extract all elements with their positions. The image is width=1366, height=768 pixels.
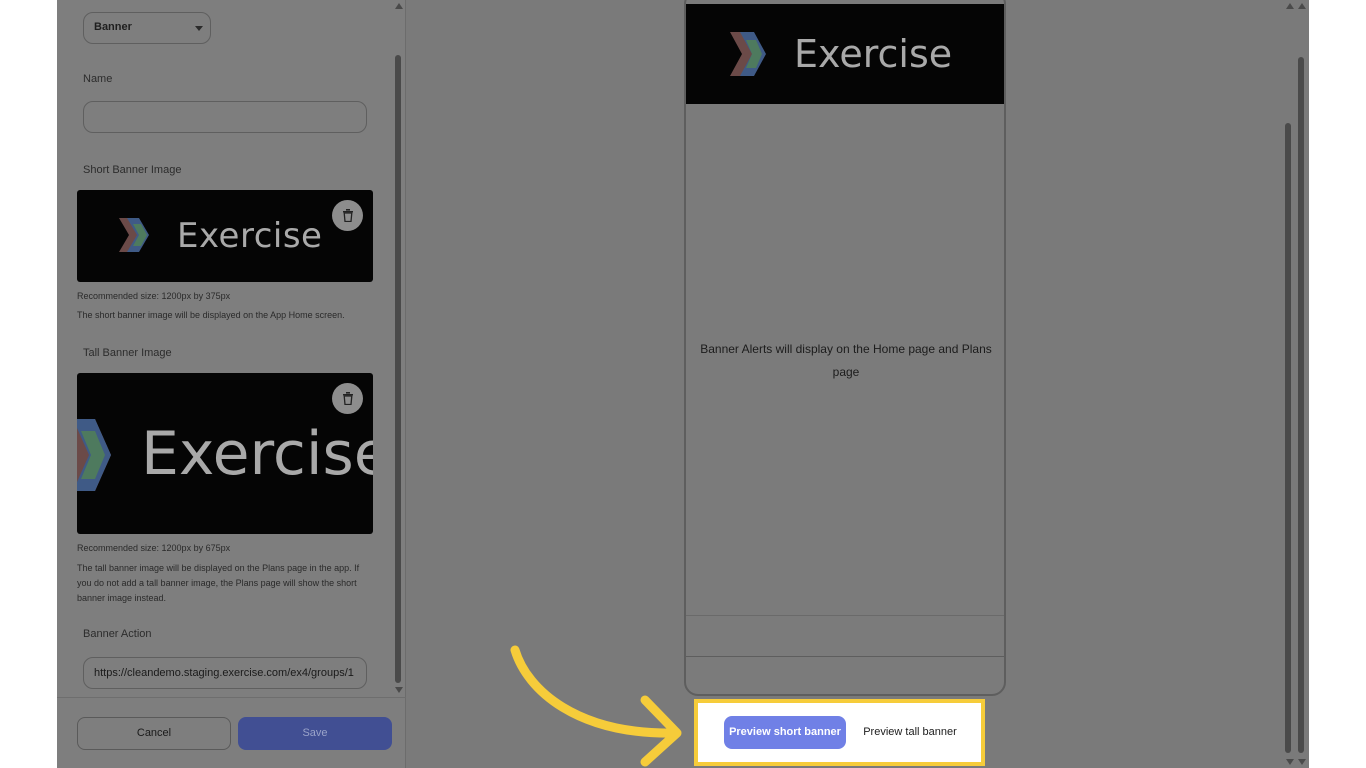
name-input[interactable]	[83, 101, 367, 133]
short-banner-image[interactable]: Exercise	[77, 190, 373, 282]
banner-action-input[interactable]: https://cleandemo.staging.exercise.com/e…	[83, 657, 367, 689]
cancel-button[interactable]: Cancel	[77, 717, 231, 750]
caret-down-icon	[195, 26, 203, 31]
short-banner-size-hint: Recommended size: 1200px by 375px	[77, 291, 231, 301]
preview-message-line-2: page	[832, 365, 860, 379]
tall-banner-delete-button[interactable]	[332, 383, 363, 414]
short-banner-delete-button[interactable]	[332, 200, 363, 231]
form-scroll-area: Banner Name Short Banner Image Exercise	[57, 0, 406, 696]
preview-message-line-1: Banner Alerts will display on the Home p…	[700, 342, 992, 356]
short-banner-image-text: Exercise	[177, 216, 323, 256]
short-banner-description: The short banner image will be displayed…	[77, 310, 345, 320]
scroll-up-icon[interactable]	[1286, 3, 1294, 9]
scroll-up-icon[interactable]	[395, 3, 403, 9]
preview-short-banner-button[interactable]: Preview short banner	[724, 716, 846, 749]
banner-form-panel: Banner Name Short Banner Image Exercise	[57, 0, 406, 768]
tall-banner-size-hint: Recommended size: 1200px by 675px	[77, 543, 231, 553]
preview-message: Banner Alerts will display on the Home p…	[694, 338, 998, 384]
save-button[interactable]: Save	[238, 717, 392, 750]
tall-banner-label: Tall Banner Image	[83, 347, 172, 359]
page-scrollbar[interactable]	[1298, 57, 1304, 753]
banner-action-label: Banner Action	[83, 628, 152, 640]
preview-banner-image: Exercise	[686, 4, 1004, 104]
tall-banner-description-line-3: banner image instead.	[77, 593, 167, 603]
preview-tall-banner-button[interactable]: Preview tall banner	[854, 716, 966, 749]
form-scrollbar[interactable]	[395, 55, 401, 683]
type-select[interactable]: Banner	[83, 12, 211, 44]
preview-banner-text: Exercise	[794, 32, 953, 76]
scroll-down-icon[interactable]	[1298, 759, 1306, 765]
type-select-value: Banner	[94, 21, 132, 33]
short-banner-label: Short Banner Image	[83, 164, 182, 176]
scroll-down-icon[interactable]	[395, 687, 403, 693]
phone-preview: Exercise Banner Alerts will display on t…	[684, 0, 1006, 696]
preview-scrollbar[interactable]	[1285, 123, 1291, 753]
scroll-up-icon[interactable]	[1298, 3, 1306, 9]
preview-divider	[686, 656, 1004, 657]
name-label: Name	[83, 73, 113, 85]
app-frame: Banner Name Short Banner Image Exercise	[57, 0, 1309, 768]
trash-icon	[342, 209, 353, 222]
tall-banner-image[interactable]: Exercise	[77, 373, 373, 534]
tall-banner-description-line-1: The tall banner image will be displayed …	[77, 563, 360, 573]
form-footer: Cancel Save	[57, 697, 406, 768]
tall-banner-image-text: Exercise	[141, 419, 373, 489]
preview-toggle-group: Preview short banner Preview tall banner	[694, 699, 985, 766]
tall-banner-description-line-2: you do not add a tall banner image, the …	[77, 578, 357, 588]
preview-divider	[686, 615, 1004, 616]
trash-icon	[342, 392, 353, 405]
scroll-down-icon[interactable]	[1286, 759, 1294, 765]
